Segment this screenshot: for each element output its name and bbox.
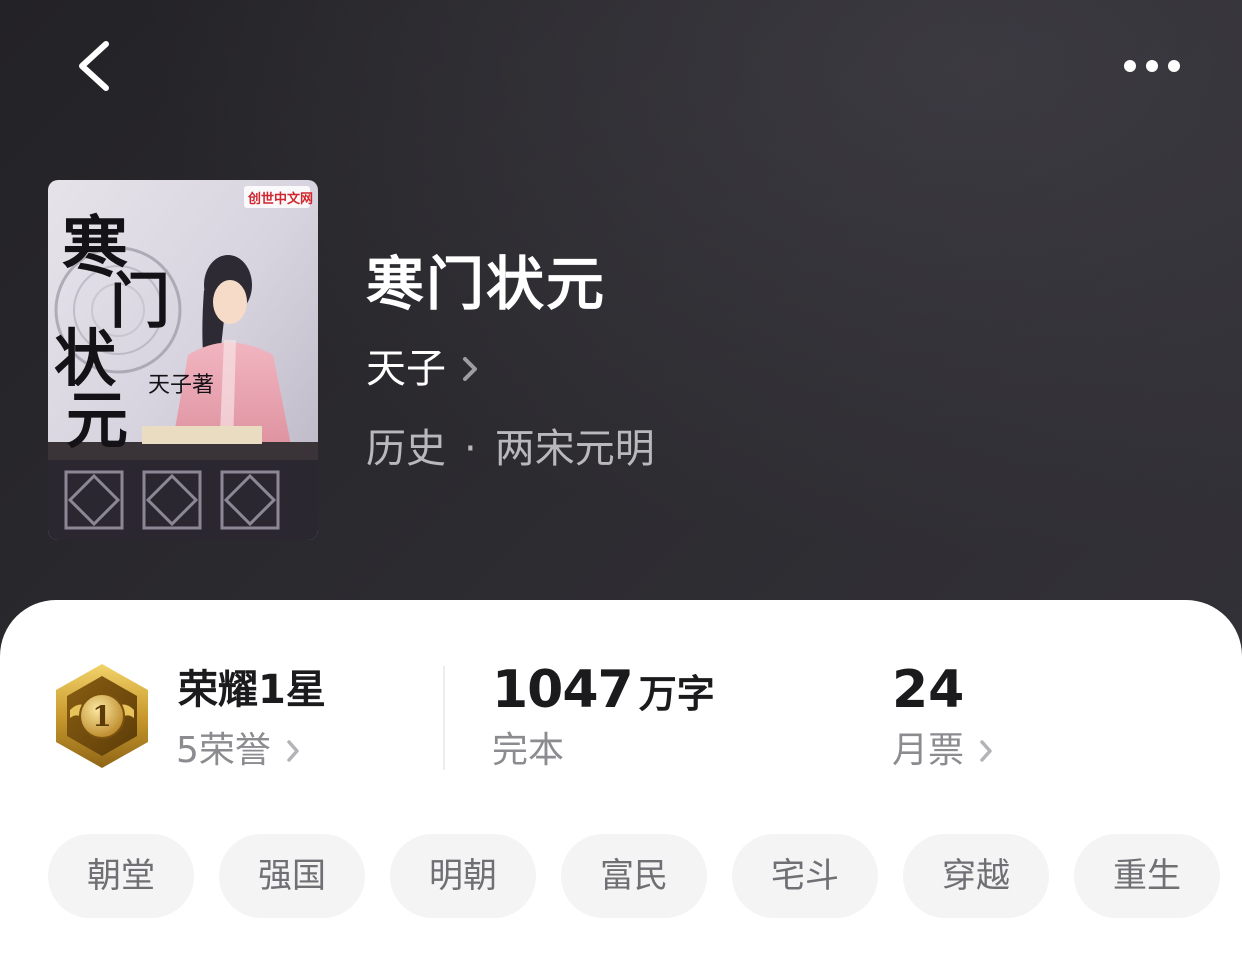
- chevron-right-icon: [463, 357, 477, 381]
- back-button[interactable]: [68, 34, 124, 98]
- medal-level-text: 1: [92, 700, 111, 733]
- tag-chip[interactable]: 富民: [561, 834, 707, 918]
- category-label[interactable]: 历史: [366, 426, 446, 472]
- author-name: 天子: [366, 346, 446, 392]
- word-count-unit: 万字: [638, 672, 715, 716]
- genre-separator: ·: [464, 426, 477, 472]
- publisher-logo: 创世中文网: [247, 191, 313, 207]
- tag-chip[interactable]: 重生: [1074, 834, 1220, 918]
- word-count: 1047 万字: [492, 662, 715, 730]
- tag-chip[interactable]: 宅斗: [732, 834, 878, 918]
- tag-chip[interactable]: 穿越: [903, 834, 1049, 918]
- tag-chip[interactable]: 明朝: [390, 834, 536, 918]
- svg-text:门: 门: [110, 267, 170, 337]
- more-horizontal-icon: [1124, 60, 1180, 72]
- tag-list: 朝堂 强国 明朝 富民 宅斗 穿越 重生: [48, 834, 1242, 918]
- chevron-right-icon: [287, 740, 299, 762]
- honor-count-link[interactable]: 5荣誉: [176, 726, 301, 776]
- monthly-votes-value: 24: [892, 660, 965, 720]
- genre-row: 历史 · 两宋元明: [366, 424, 655, 474]
- book-cover-image: 寒 门 状 元 天子著 创世中文网: [48, 180, 318, 540]
- monthly-votes-link[interactable]: 月票: [892, 726, 994, 776]
- author-link[interactable]: 天子: [366, 344, 480, 394]
- svg-text:元: 元: [66, 384, 128, 457]
- stats-divider: [443, 666, 445, 770]
- book-detail-screen: 寒 门 状 元 天子著 创世中文网 寒门状元 天子 历史 · 两宋元明 1 荣耀…: [0, 0, 1242, 958]
- completion-status: 完本: [492, 730, 565, 771]
- monthly-votes-label: 月票: [892, 730, 965, 771]
- gold-medal-icon[interactable]: 1: [52, 660, 152, 772]
- word-count-value: 1047: [492, 660, 634, 720]
- book-title: 寒门状元: [366, 250, 607, 318]
- cover-author-text: 天子著: [148, 373, 214, 398]
- subcategory-label[interactable]: 两宋元明: [495, 426, 655, 472]
- book-cover[interactable]: 寒 门 状 元 天子著 创世中文网: [48, 180, 318, 540]
- tag-chip[interactable]: 强国: [219, 834, 365, 918]
- honor-level: 荣耀1星: [178, 667, 326, 713]
- tag-chip[interactable]: 朝堂: [48, 834, 194, 918]
- chevron-left-icon: [79, 41, 109, 91]
- more-options-button[interactable]: [1116, 46, 1188, 86]
- chevron-right-icon: [980, 740, 992, 762]
- honor-count: 5荣誉: [176, 730, 271, 771]
